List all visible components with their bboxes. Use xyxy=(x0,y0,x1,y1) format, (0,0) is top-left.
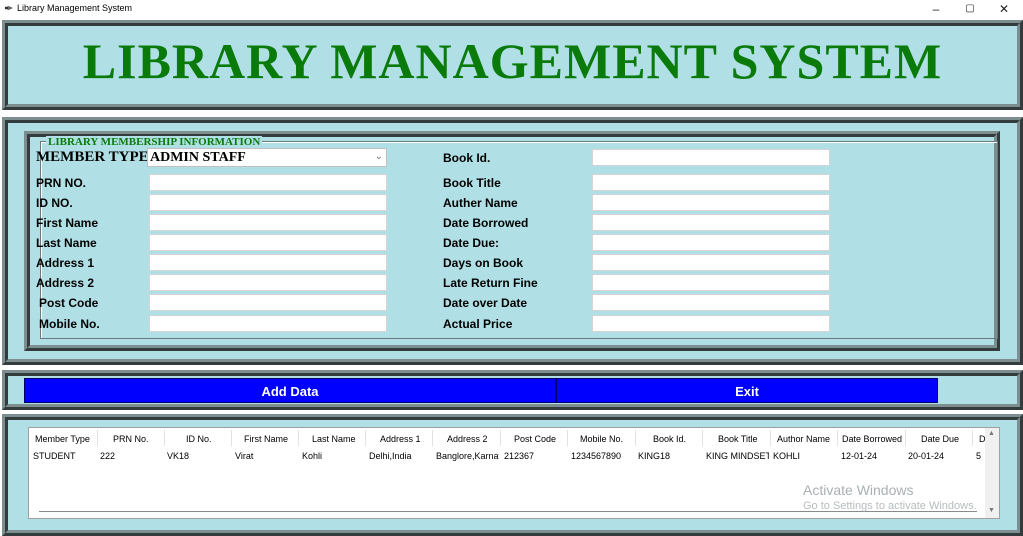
id-label: ID NO. xyxy=(36,196,73,210)
cell-date-due[interactable]: 20-01-24 xyxy=(908,451,968,461)
membership-legend: LIBRARY MEMBERSHIP INFORMATION xyxy=(46,136,263,148)
col-header-mobile[interactable]: Mobile No. xyxy=(580,434,623,444)
member-type-label: MEMBER TYPE xyxy=(36,149,149,165)
cell-prn[interactable]: 222 xyxy=(100,451,160,461)
cell-author-name[interactable]: KOHLI xyxy=(773,451,833,461)
cell-date-borrowed[interactable]: 12-01-24 xyxy=(841,451,901,461)
col-header-book-id[interactable]: Book Id. xyxy=(653,434,686,444)
col-header-address2[interactable]: Address 2 xyxy=(447,434,488,444)
vertical-scrollbar[interactable]: ▲ ▼ xyxy=(985,428,999,518)
col-divider xyxy=(770,430,771,446)
col-divider xyxy=(702,430,703,446)
book-title-field[interactable] xyxy=(592,174,830,191)
mobile-label: Mobile No. xyxy=(39,317,100,331)
book-id-field[interactable] xyxy=(592,149,830,166)
date-over-date-label: Date over Date xyxy=(443,296,528,310)
late-return-fine-label: Late Return Fine xyxy=(443,276,538,290)
last-name-label: Last Name xyxy=(36,236,97,250)
col-header-post-code[interactable]: Post Code xyxy=(514,434,556,444)
app-title: LIBRARY MANAGEMENT SYSTEM xyxy=(82,33,943,89)
date-borrowed-label: Date Borrowed xyxy=(443,216,529,230)
address2-label: Address 2 xyxy=(36,276,95,290)
post-code-field[interactable] xyxy=(149,294,387,311)
cell-member-type[interactable]: STUDENT xyxy=(33,451,95,461)
id-field[interactable] xyxy=(149,194,387,211)
post-code-label: Post Code xyxy=(39,296,99,310)
last-name-field[interactable] xyxy=(149,234,387,251)
scroll-down-arrow-icon[interactable]: ▼ xyxy=(988,507,995,514)
days-on-book-field[interactable] xyxy=(592,254,830,271)
col-header-last-name[interactable]: Last Name xyxy=(312,434,356,444)
date-due-label: Date Due: xyxy=(443,236,500,250)
col-divider xyxy=(164,430,165,446)
chevron-down-icon[interactable]: ⌄ xyxy=(375,151,383,162)
date-borrowed-field[interactable] xyxy=(592,214,830,231)
date-over-date-field[interactable] xyxy=(592,294,830,311)
book-id-label: Book Id. xyxy=(443,151,491,165)
member-type-value: ADMIN STAFF xyxy=(150,150,246,165)
cell-id[interactable]: VK18 xyxy=(167,451,227,461)
add-data-button[interactable]: Add Data xyxy=(24,378,556,403)
col-header-book-title[interactable]: Book Title xyxy=(718,434,758,444)
book-title-label: Book Title xyxy=(443,176,501,190)
prn-field[interactable] xyxy=(149,174,387,191)
cell-first-name[interactable]: Virat xyxy=(235,451,295,461)
first-name-label: First Name xyxy=(36,216,99,230)
window-titlebar: ✒ Library Management System – ▢ ✕ xyxy=(0,0,1023,18)
cell-book-id[interactable]: KING18 xyxy=(638,451,698,461)
cell-last-name[interactable]: Kohli xyxy=(302,451,362,461)
watermark-title: Activate Windows xyxy=(803,482,914,498)
minimize-button[interactable]: – xyxy=(919,0,953,18)
col-divider xyxy=(500,430,501,446)
col-header-id[interactable]: ID No. xyxy=(186,434,212,444)
col-divider xyxy=(837,430,838,446)
col-divider xyxy=(97,430,98,446)
mobile-field[interactable] xyxy=(149,315,387,332)
col-header-author-name[interactable]: Author Name xyxy=(777,434,830,444)
actual-price-label: Actual Price xyxy=(443,317,513,331)
col-header-date-due[interactable]: Date Due xyxy=(921,434,959,444)
cell-post-code[interactable]: 212367 xyxy=(504,451,564,461)
author-name-label: Auther Name xyxy=(443,196,518,210)
address2-field[interactable] xyxy=(149,274,387,291)
scroll-up-arrow-icon[interactable]: ▲ xyxy=(988,430,995,437)
col-divider xyxy=(298,430,299,446)
header-frame: LIBRARY MANAGEMENT SYSTEM xyxy=(2,20,1023,110)
member-type-select[interactable]: ADMIN STAFF ⌄ xyxy=(147,148,387,167)
address1-label: Address 1 xyxy=(36,256,95,270)
watermark-subtitle: Go to Settings to activate Windows. xyxy=(803,500,977,512)
col-header-prn[interactable]: PRN No. xyxy=(113,434,149,444)
col-header-address1[interactable]: Address 1 xyxy=(380,434,421,444)
cell-book-title[interactable]: KING MINDSET xyxy=(706,451,769,461)
col-divider xyxy=(231,430,232,446)
cell-mobile[interactable]: 1234567890 xyxy=(571,451,633,461)
col-divider xyxy=(905,430,906,446)
feather-app-icon: ✒ xyxy=(4,3,14,15)
exit-button[interactable]: Exit xyxy=(556,378,938,403)
cell-address1[interactable]: Delhi,India xyxy=(369,451,431,461)
close-button[interactable]: ✕ xyxy=(987,0,1021,18)
maximize-button[interactable]: ▢ xyxy=(953,0,987,18)
late-return-fine-field[interactable] xyxy=(592,274,830,291)
date-due-field[interactable] xyxy=(592,234,830,251)
col-header-date-borrowed[interactable]: Date Borrowed xyxy=(842,434,902,444)
col-divider xyxy=(365,430,366,446)
author-name-field[interactable] xyxy=(592,194,830,211)
days-on-book-label: Days on Book xyxy=(443,256,524,270)
window-title: Library Management System xyxy=(17,3,133,13)
col-header-first-name[interactable]: First Name xyxy=(244,434,288,444)
address1-field[interactable] xyxy=(149,254,387,271)
prn-label: PRN NO. xyxy=(36,176,87,190)
activate-windows-watermark: Activate Windows Go to Settings to activ… xyxy=(803,482,977,514)
col-divider xyxy=(972,430,973,446)
cell-address2[interactable]: Banglore,Karnat xyxy=(436,451,499,461)
first-name-field[interactable] xyxy=(149,214,387,231)
col-divider xyxy=(432,430,433,446)
col-header-member-type[interactable]: Member Type xyxy=(35,434,90,444)
actual-price-field[interactable] xyxy=(592,315,830,332)
col-divider xyxy=(635,430,636,446)
col-divider xyxy=(567,430,568,446)
